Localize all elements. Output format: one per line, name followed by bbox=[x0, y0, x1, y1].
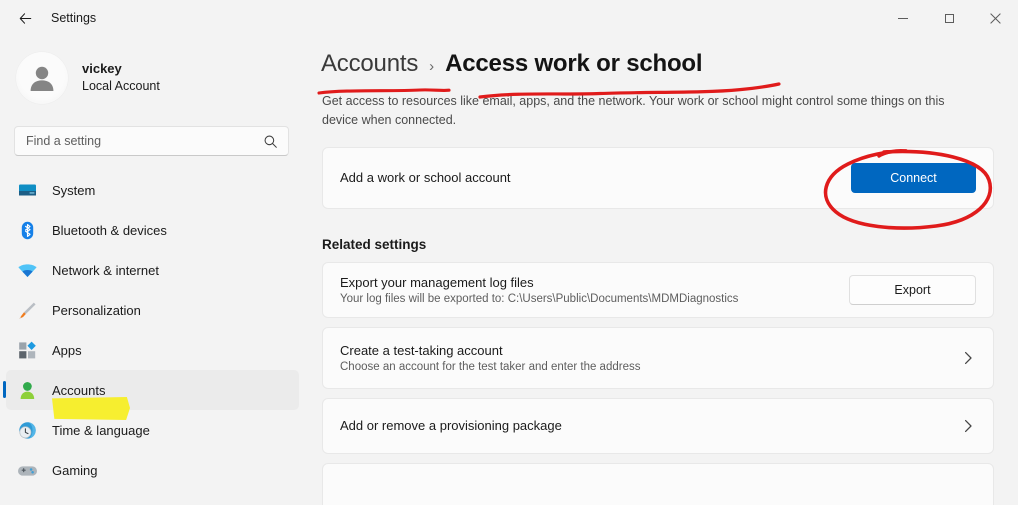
sidebar: vickey Local Account Find a setting Syst… bbox=[0, 36, 305, 505]
back-arrow-icon bbox=[19, 12, 31, 24]
page-title: Access work or school bbox=[445, 50, 703, 77]
maximize-button[interactable] bbox=[926, 0, 972, 36]
related-settings-heading: Related settings bbox=[322, 236, 427, 252]
profile-account-type: Local Account bbox=[82, 79, 160, 94]
profile-text: vickey Local Account bbox=[82, 61, 160, 95]
bluetooth-icon bbox=[16, 219, 38, 241]
sidebar-item-label: Personalization bbox=[52, 302, 141, 318]
row-subtitle: Choose an account for the test taker and… bbox=[340, 360, 641, 373]
profile-name: vickey bbox=[82, 61, 122, 77]
window-controls bbox=[880, 0, 1018, 36]
gamepad-icon bbox=[16, 459, 38, 481]
person-avatar-icon bbox=[30, 66, 54, 91]
maximize-icon bbox=[944, 13, 954, 23]
search-input[interactable] bbox=[15, 134, 288, 148]
close-icon bbox=[989, 12, 1001, 24]
connect-button[interactable]: Connect bbox=[851, 162, 976, 193]
export-button[interactable]: Export bbox=[849, 274, 976, 305]
create-test-taking-account-row[interactable]: Create a test-taking account Choose an a… bbox=[322, 326, 994, 389]
sidebar-item-label: System bbox=[52, 182, 96, 198]
chevron-right-icon bbox=[964, 419, 972, 432]
close-button[interactable] bbox=[972, 0, 1018, 36]
paintbrush-icon bbox=[16, 299, 38, 321]
row-title: Create a test-taking account bbox=[340, 342, 503, 358]
avatar bbox=[16, 52, 68, 104]
chevron-right-icon bbox=[964, 351, 972, 364]
page-description: Get access to resources like email, apps… bbox=[322, 94, 945, 128]
back-button[interactable] bbox=[8, 3, 42, 33]
user-profile[interactable]: vickey Local Account bbox=[0, 36, 305, 104]
next-row-partial[interactable] bbox=[322, 462, 994, 505]
add-account-title: Add a work or school account bbox=[340, 170, 511, 186]
export-log-files-row: Export your management log files Your lo… bbox=[322, 261, 994, 318]
system-monitor-icon bbox=[16, 179, 38, 201]
search-container bbox=[0, 104, 305, 156]
row-subtitle: Your log files will be exported to: C:\U… bbox=[340, 292, 739, 305]
row-title: Add or remove a provisioning package bbox=[340, 418, 562, 434]
main-content: Accounts › Access work or school Get acc… bbox=[305, 36, 1018, 505]
breadcrumb: Accounts › Access work or school bbox=[305, 36, 1018, 78]
apps-blocks-icon bbox=[16, 339, 38, 361]
provisioning-row-text: Add or remove a provisioning package bbox=[340, 418, 960, 433]
sidebar-item-label: Bluetooth & devices bbox=[52, 222, 167, 238]
breadcrumb-separator: › bbox=[429, 58, 435, 75]
export-row-text: Export your management log files Your lo… bbox=[340, 275, 849, 305]
sidebar-nav: System Bluetooth & devices Network & int… bbox=[0, 170, 305, 490]
add-account-card: Add a work or school account Connect bbox=[322, 146, 994, 209]
test-account-row-text: Create a test-taking account Choose an a… bbox=[340, 343, 960, 373]
settings-window: Settings vickey Local Account Find a set… bbox=[0, 0, 1018, 505]
sidebar-item-label: Time & language bbox=[52, 422, 150, 438]
sidebar-item-apps[interactable]: Apps bbox=[6, 330, 299, 370]
sidebar-item-system[interactable]: System bbox=[6, 170, 299, 210]
sidebar-item-label: Network & internet bbox=[52, 262, 159, 278]
sidebar-item-label: Apps bbox=[52, 342, 82, 358]
window-title: Settings bbox=[51, 11, 97, 25]
breadcrumb-parent[interactable]: Accounts bbox=[321, 50, 418, 78]
sidebar-item-gaming[interactable]: Gaming bbox=[6, 450, 299, 490]
title-bar: Settings bbox=[0, 0, 1018, 36]
clock-globe-icon bbox=[16, 419, 38, 441]
wifi-icon bbox=[16, 259, 38, 281]
search-icon[interactable] bbox=[263, 134, 278, 149]
provisioning-package-row[interactable]: Add or remove a provisioning package bbox=[322, 397, 994, 454]
minimize-button[interactable] bbox=[880, 0, 926, 36]
sidebar-item-personalization[interactable]: Personalization bbox=[6, 290, 299, 330]
row-title: Export your management log files bbox=[340, 274, 534, 290]
accounts-person-icon bbox=[16, 379, 38, 401]
sidebar-item-network-internet[interactable]: Network & internet bbox=[6, 250, 299, 290]
sidebar-item-accounts[interactable]: Accounts bbox=[3, 370, 299, 410]
sidebar-item-label: Gaming bbox=[52, 462, 98, 478]
sidebar-item-time-language[interactable]: Time & language bbox=[6, 410, 299, 450]
search-box[interactable] bbox=[14, 126, 289, 156]
sidebar-item-label: Accounts bbox=[52, 382, 106, 398]
minimize-icon bbox=[898, 17, 908, 19]
sidebar-item-bluetooth-devices[interactable]: Bluetooth & devices bbox=[6, 210, 299, 250]
add-account-text: Add a work or school account bbox=[340, 170, 851, 185]
